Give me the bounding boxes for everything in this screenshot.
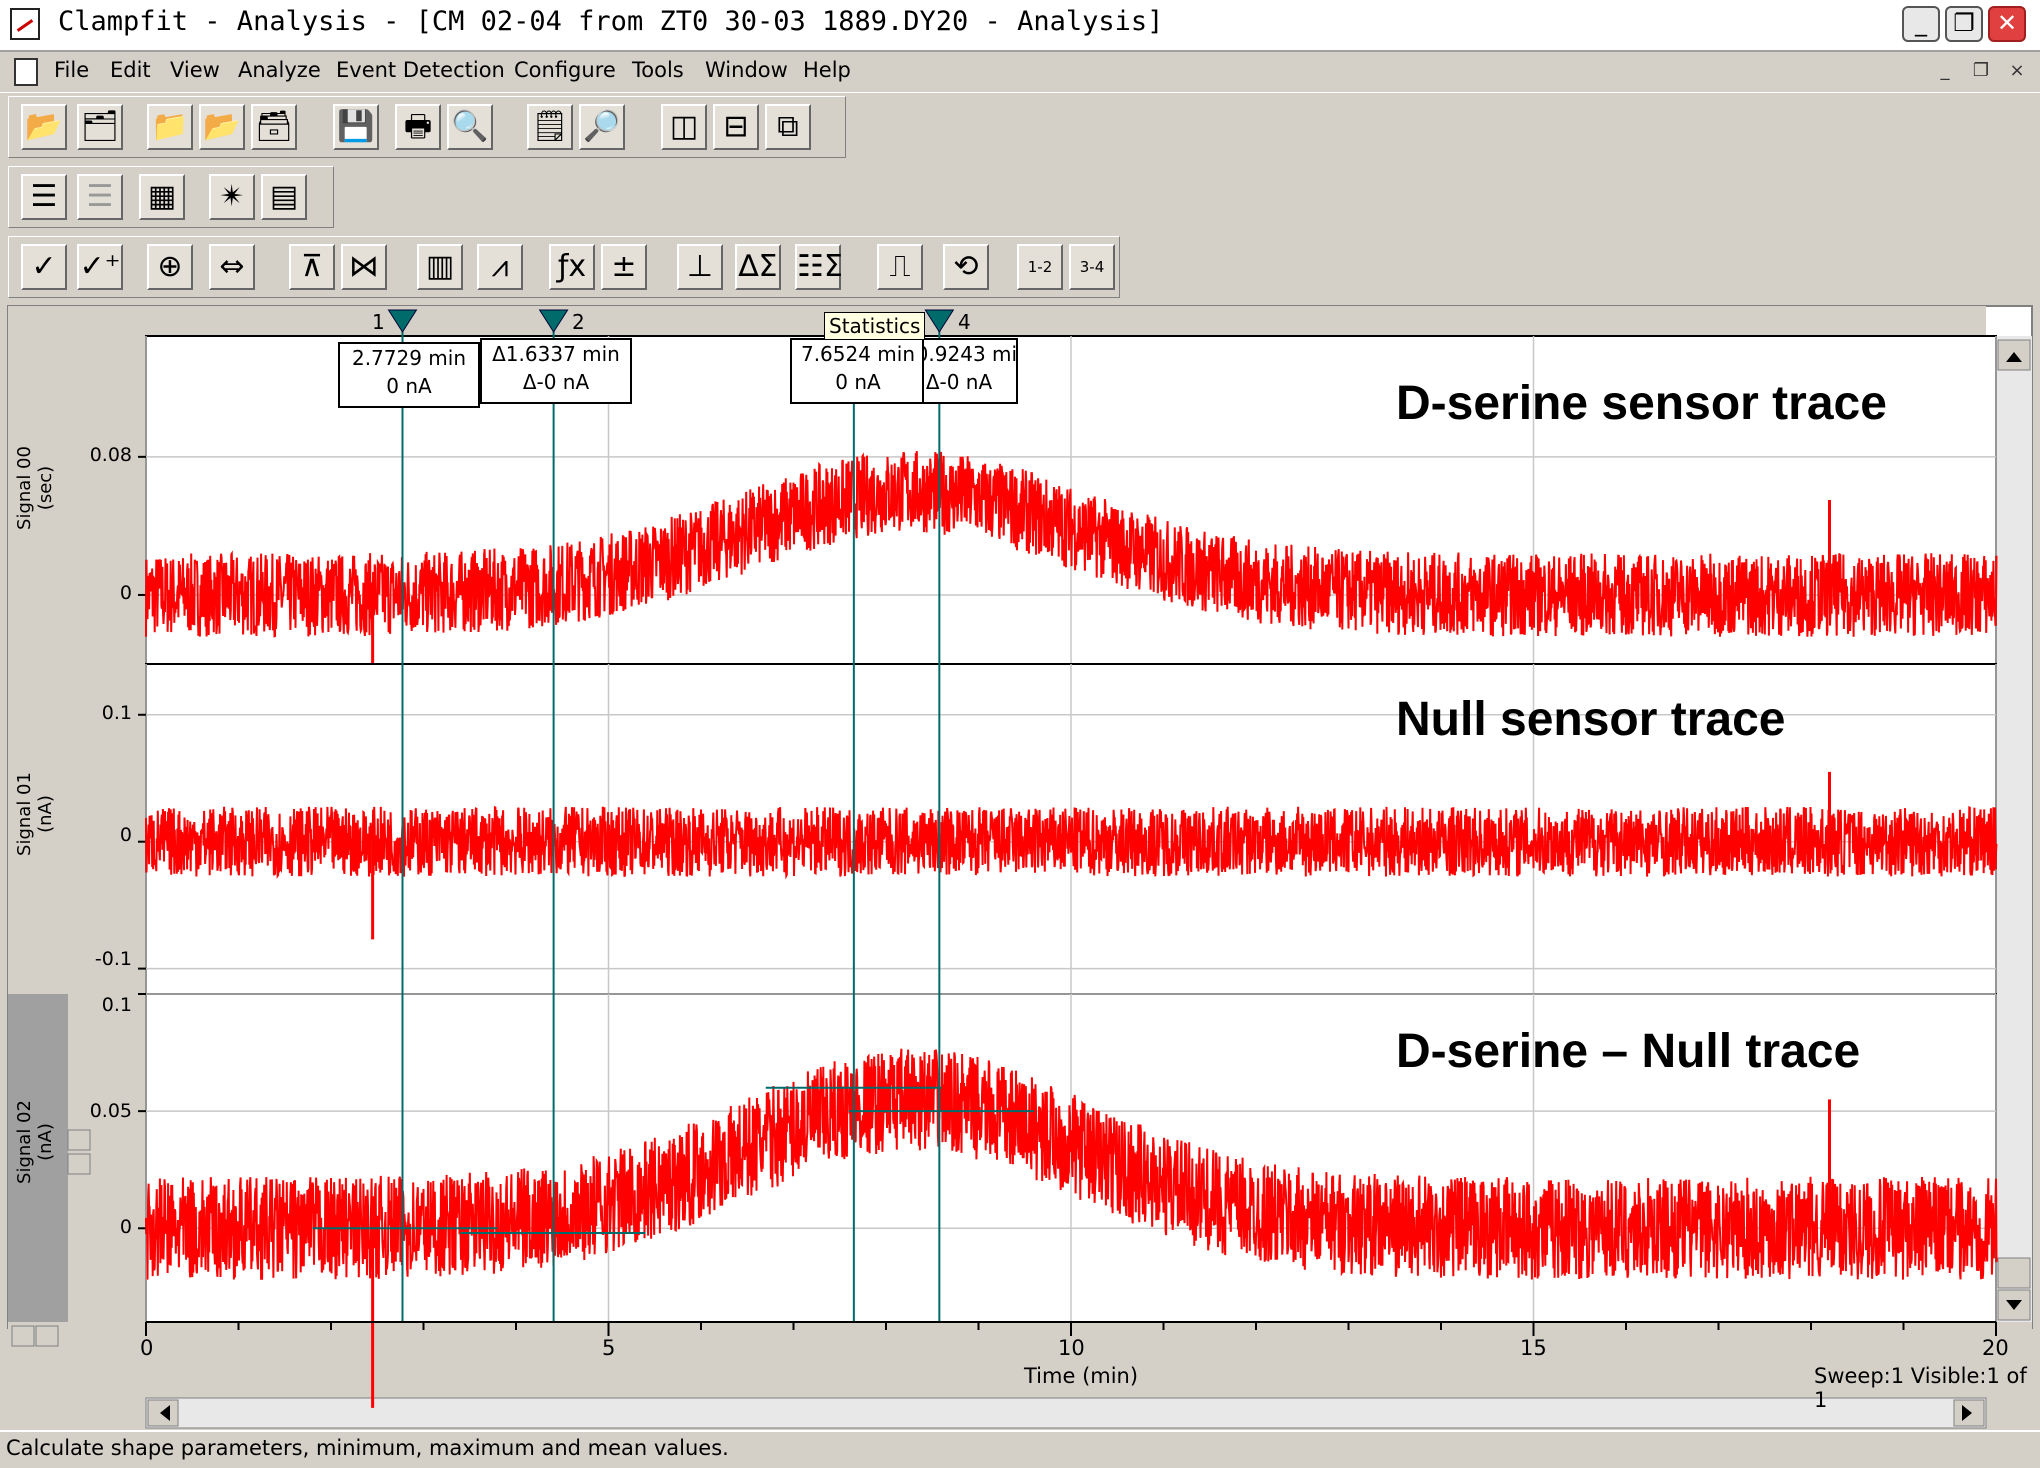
y-compress-button[interactable]: [67, 1153, 91, 1175]
panel-1-ylabel-name: Signal 01: [14, 772, 35, 856]
panel-2-tick-label: 0.05: [89, 1100, 132, 1122]
cursor-3-readout[interactable]: 7.6524 min 0 nA: [790, 338, 926, 404]
sweep-info: Sweep:1 Visible:1 of 1: [1814, 1364, 2027, 1412]
panel-2-tick-label: 0: [119, 1216, 132, 1238]
panel-2-ylabel-name: Signal 02: [14, 1100, 35, 1184]
panel-0-tick-label: 0: [119, 582, 132, 604]
panel-1-tick-label: -0.1: [94, 948, 132, 970]
cursor-3-time: 7.6524 min: [800, 342, 916, 366]
x-compress-button[interactable]: [11, 1325, 35, 1347]
status-text: Calculate shape parameters, minimum, max…: [6, 1436, 729, 1460]
panel-1-ylabel-unit: (nA): [35, 795, 56, 833]
x-tick-label: 20: [1982, 1336, 2009, 1360]
x-axis-title: Time (min): [1024, 1364, 1139, 1388]
cursor-1-label: 1: [372, 310, 385, 334]
x-tick-label: 15: [1520, 1336, 1547, 1360]
panel-1-title: Null sensor trace: [1396, 693, 1786, 746]
statistics-tooltip: Statistics: [824, 312, 926, 340]
cursor-1-value: 0 nA: [386, 374, 432, 398]
cursor-4-label: 4: [958, 310, 971, 334]
cursor-3-value: 0 nA: [835, 370, 881, 394]
cursor-4-value: Δ-0 nA: [925, 370, 993, 394]
panel-2-ylabel-unit: (nA): [35, 1123, 56, 1161]
vertical-scrollbar[interactable]: [1996, 336, 2032, 1322]
panel-0-title: D-serine sensor trace: [1396, 377, 1887, 430]
panel-1-tick-label: 0: [119, 824, 132, 846]
cursor-2-value: Δ-0 nA: [522, 370, 590, 394]
cursor-bar: [146, 306, 1986, 336]
cursor-2-time: Δ1.6337 min: [492, 342, 620, 366]
panel-2-tick-label: 0.1: [101, 994, 132, 1016]
panel-0-ylabel: Signal 00 (sec): [14, 428, 56, 548]
cursor-4-time: Δ0.9243 min: [924, 342, 1018, 366]
scroll-thumb[interactable]: [1997, 1257, 2031, 1289]
panel-2-ylabel: Signal 02 (nA): [14, 1082, 56, 1202]
x-tick-label: 10: [1058, 1336, 1085, 1360]
horizontal-scrollbar[interactable]: [145, 1397, 1987, 1429]
y-expand-button[interactable]: [67, 1129, 91, 1151]
panel-1-ylabel: Signal 01 (nA): [14, 754, 56, 874]
x-tick-label: 0: [140, 1336, 154, 1360]
panel-2-title: D-serine – Null trace: [1396, 1025, 1861, 1078]
panel-0-ylabel-name: Signal 00: [14, 446, 35, 530]
panel-0-ylabel-unit: (sec): [35, 465, 56, 511]
panel-0-tick-label: 0.08: [89, 444, 132, 466]
status-bar: Calculate shape parameters, minimum, max…: [0, 1430, 2040, 1468]
panel-1-tick-label: 0.1: [101, 702, 132, 724]
x-tick-label: 5: [602, 1336, 616, 1360]
x-expand-button[interactable]: [35, 1325, 59, 1347]
cursor-2-label: 2: [572, 310, 585, 334]
cursor-1-readout[interactable]: 2.7729 min 0 nA: [338, 342, 480, 408]
cursor-1-time: 2.7729 min: [351, 346, 467, 370]
cursor-2-readout[interactable]: Δ1.6337 min Δ-0 nA: [480, 338, 632, 404]
cursor-4-readout[interactable]: Δ0.9243 min Δ-0 nA: [922, 338, 1018, 404]
